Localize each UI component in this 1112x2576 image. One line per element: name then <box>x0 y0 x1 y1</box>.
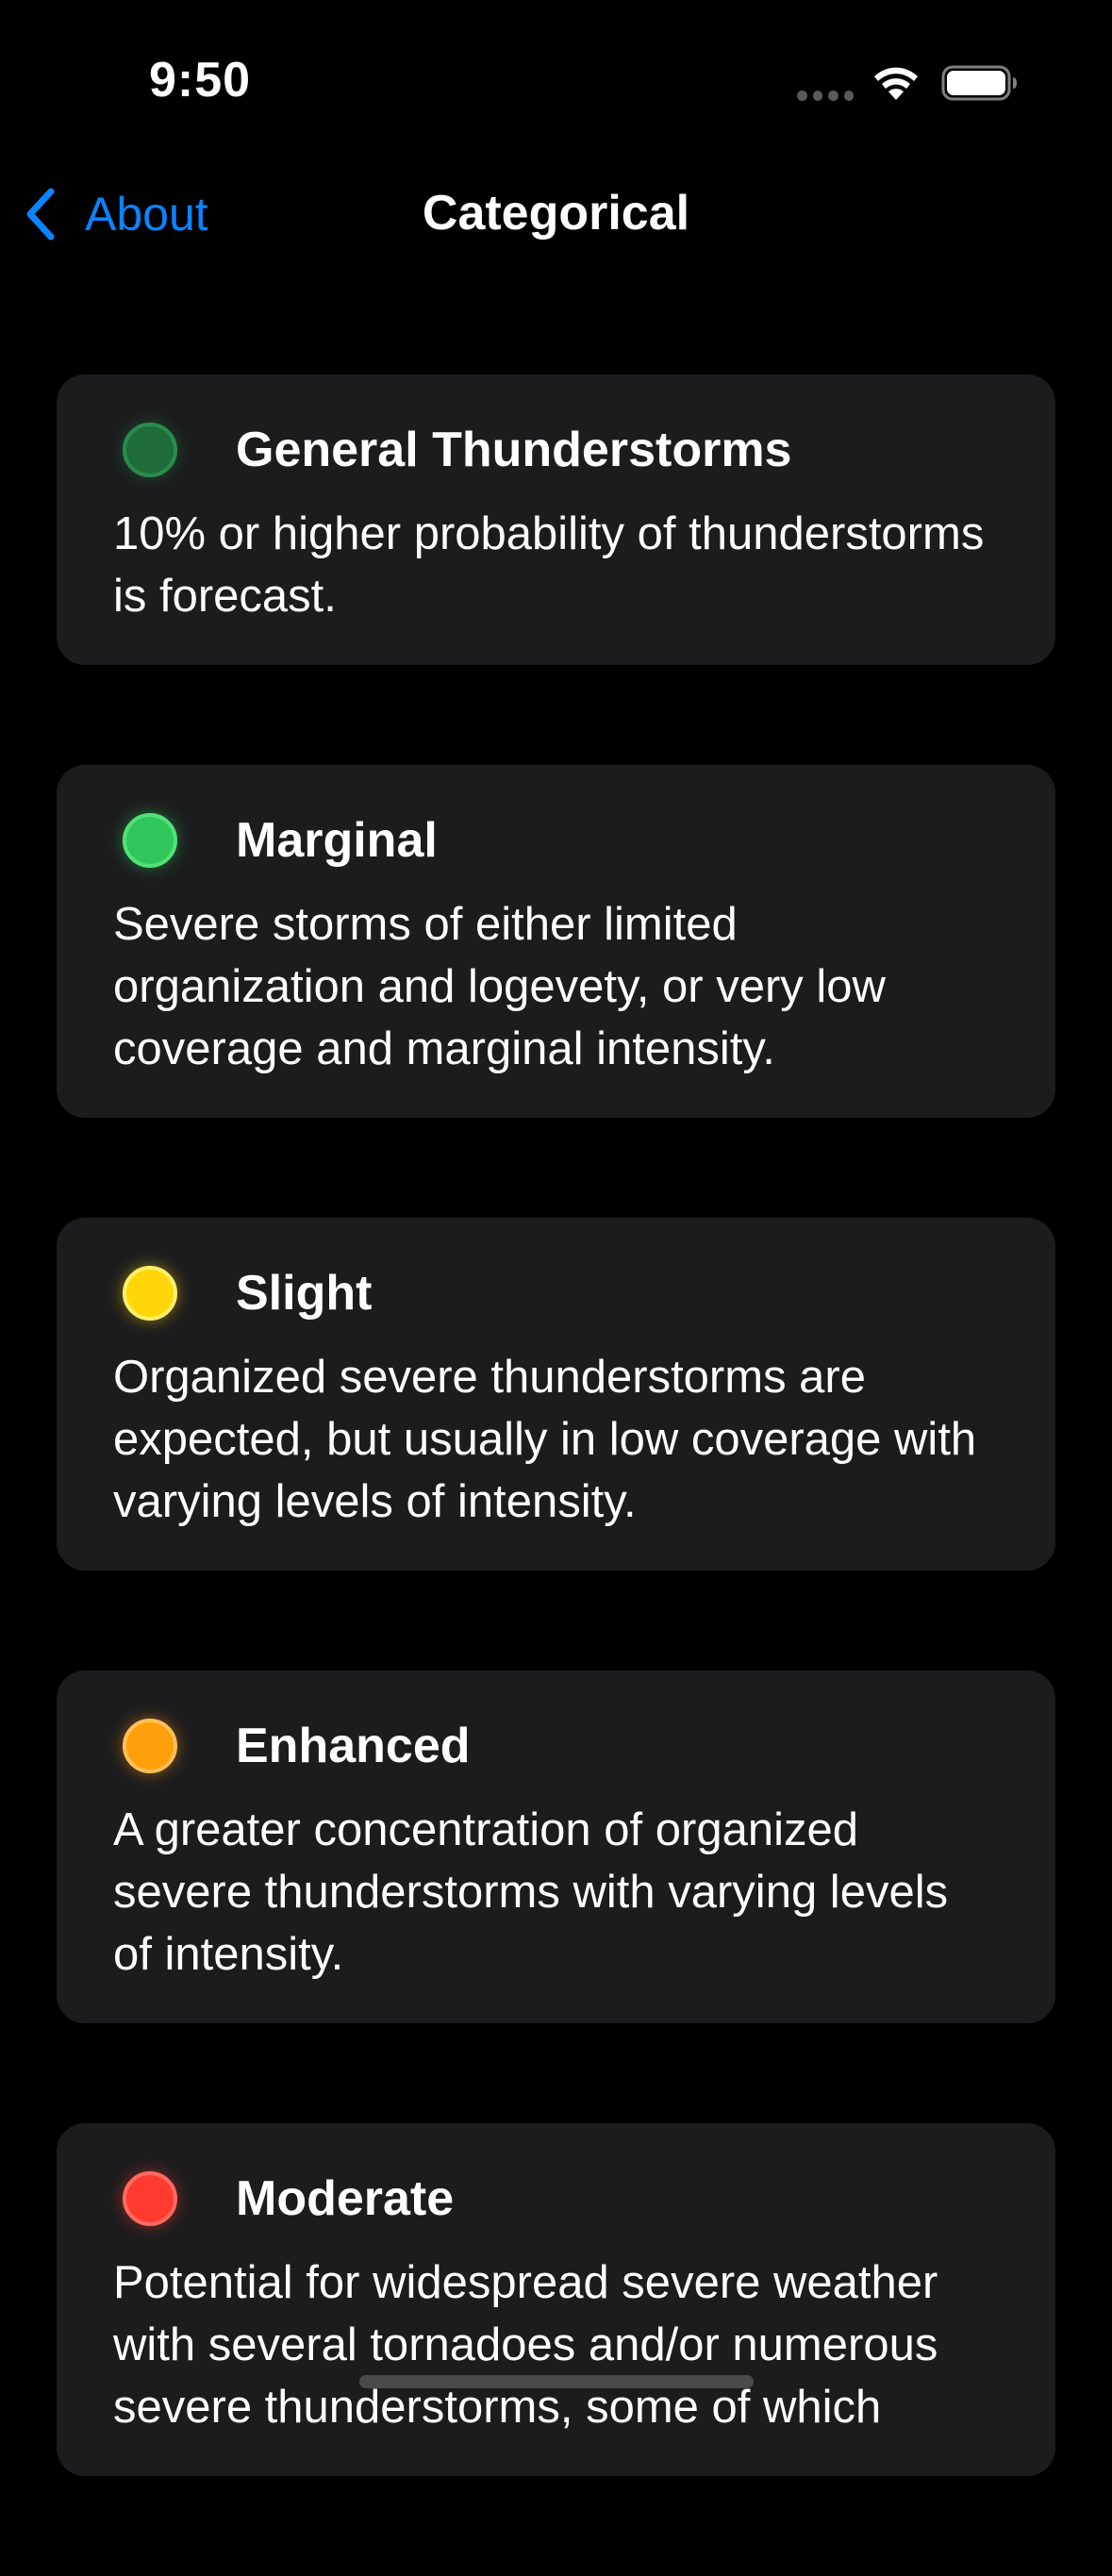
risk-color-dot-icon <box>123 2171 177 2226</box>
wifi-icon <box>874 67 918 100</box>
category-card: General Thunderstorms 10% or higher prob… <box>57 374 1055 665</box>
category-title: Marginal <box>236 813 438 868</box>
category-description: A greater concentration of organized sev… <box>113 1804 949 1980</box>
risk-color-dot-icon <box>123 813 177 868</box>
category-header: Moderate <box>113 2161 999 2236</box>
risk-color-dot-icon <box>123 1266 177 1321</box>
category-title: Slight <box>236 1266 373 1321</box>
battery-icon <box>941 65 1017 101</box>
category-card: Moderate Potential for widespread severe… <box>57 2123 1055 2476</box>
navigation-bar: About Categorical <box>0 160 1112 269</box>
category-description: Potential for widespread severe weather … <box>113 2257 938 2433</box>
category-header: Slight <box>113 1255 999 1331</box>
category-card: Enhanced A greater concentration of orga… <box>57 1670 1055 2023</box>
category-title: General Thunderstorms <box>236 423 792 477</box>
category-card: Marginal Severe storms of either limited… <box>57 765 1055 1118</box>
category-header: Enhanced <box>113 1708 999 1784</box>
risk-color-dot-icon <box>123 423 177 477</box>
category-description: 10% or higher probability of thunderstor… <box>113 508 985 622</box>
category-header: Marginal <box>113 803 999 878</box>
status-bar: 9:50 <box>0 0 1112 151</box>
status-time: 9:50 <box>149 53 252 108</box>
category-card: Slight Organized severe thunderstorms ar… <box>57 1218 1055 1571</box>
risk-color-dot-icon <box>123 1719 177 1773</box>
category-description: Organized severe thunderstorms are expec… <box>113 1352 977 1527</box>
category-header: General Thunderstorms <box>113 412 999 488</box>
category-list: General Thunderstorms 10% or higher prob… <box>57 374 1055 2576</box>
category-title: Enhanced <box>236 1719 471 1773</box>
category-title: Moderate <box>236 2171 455 2226</box>
home-indicator[interactable] <box>359 2375 754 2388</box>
category-description: Severe storms of either limited organiza… <box>113 899 886 1074</box>
page-title: Categorical <box>422 186 690 241</box>
cellular-signal-icon <box>797 91 854 102</box>
